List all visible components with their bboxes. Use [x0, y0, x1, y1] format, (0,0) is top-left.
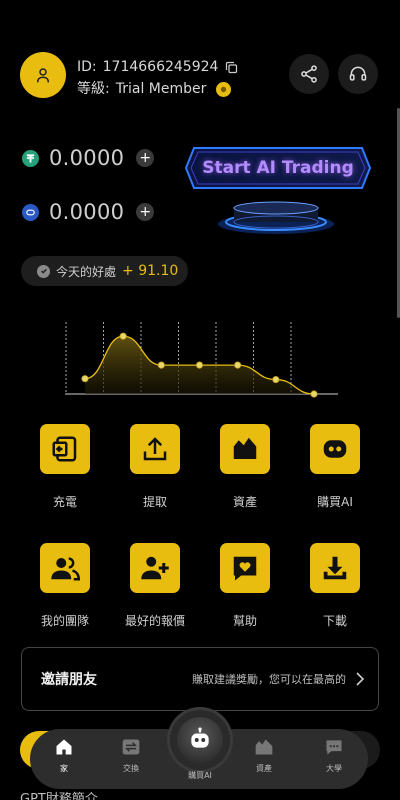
nav-buy-ai-button[interactable] — [170, 710, 230, 770]
withdraw-item[interactable]: 提取 — [110, 424, 200, 510]
buy-ai-tile[interactable] — [310, 424, 360, 474]
robot-icon — [191, 727, 209, 748]
nav-assets[interactable]: 資產 — [234, 737, 294, 774]
best-offer-tile[interactable] — [130, 543, 180, 593]
team-label: 我的團隊 — [40, 614, 89, 628]
help-label: 幫助 — [232, 614, 257, 628]
usdt-balance-row: 0.0000 + — [22, 146, 155, 170]
nav-university-label: 大學 — [326, 764, 342, 773]
nav-exchange-label: 交換 — [123, 764, 139, 773]
coin-balance-value: 0.0000 — [49, 200, 125, 224]
verified-check-icon — [37, 264, 50, 278]
buy-ai-item[interactable]: 購買AI — [290, 424, 380, 510]
coin-icon — [22, 203, 39, 221]
withdraw-tile[interactable] — [130, 424, 180, 474]
invite-friends-card[interactable]: 邀請朋友 賺取建議獎勵，您可以在最高的 — [21, 647, 379, 711]
level-value: Trial Member — [115, 81, 207, 97]
best-offer-label: 最好的報價 — [124, 614, 185, 628]
chart-point — [195, 361, 204, 369]
headset-icon — [349, 66, 367, 81]
assets-icon — [255, 739, 273, 755]
nav-home[interactable]: 家 — [34, 737, 94, 774]
gpt-finance-intro-heading: GPT財務簡介 — [20, 792, 98, 800]
start-ai-trading-button[interactable]: Start AI Trading — [184, 146, 372, 190]
avatar[interactable] — [20, 52, 66, 98]
hologram-platform-icon — [218, 201, 334, 234]
user-info: ID: 1714666245924 等級: Trial Member — [77, 56, 239, 100]
withdraw-label: 提取 — [142, 495, 167, 509]
team-tile[interactable] — [40, 543, 90, 593]
assets-label: 資產 — [232, 495, 257, 509]
chart-point — [234, 361, 242, 369]
chart-point — [310, 390, 318, 398]
nav-university[interactable]: 大學 — [304, 737, 364, 774]
invite-description: 賺取建議獎勵，您可以在最高的 — [192, 673, 346, 686]
chat-icon — [326, 740, 342, 755]
profit-chart — [65, 322, 338, 398]
home-icon — [56, 739, 72, 755]
exchange-icon — [122, 739, 140, 755]
level-label: 等級: — [77, 81, 110, 97]
level-badge-icon — [216, 81, 232, 97]
assets-icon — [233, 437, 257, 459]
download-tile[interactable] — [310, 543, 360, 593]
best-offer-item[interactable]: 最好的報價 — [110, 543, 200, 629]
robot-icon — [323, 440, 347, 458]
add-usdt-button[interactable]: + — [136, 149, 155, 167]
chart-point — [157, 361, 165, 369]
deposit-tile[interactable] — [40, 424, 90, 474]
chart-point — [81, 375, 89, 383]
help-tile[interactable] — [220, 543, 270, 593]
add-coin-button[interactable]: + — [136, 203, 155, 221]
withdraw-upload-icon — [143, 437, 167, 461]
nav-exchange[interactable]: 交換 — [101, 737, 161, 774]
id-value: 1714666245924 — [102, 59, 219, 75]
team-item[interactable]: 我的團隊 — [20, 543, 110, 629]
copy-icon[interactable] — [224, 60, 239, 75]
team-icon — [51, 557, 80, 581]
nav-assets-label: 資產 — [256, 764, 272, 773]
profile-header: ID: 1714666245924 等級: Trial Member — [20, 50, 380, 100]
help-heart-icon — [233, 556, 257, 581]
assets-tile[interactable] — [220, 424, 270, 474]
usdt-icon — [22, 149, 39, 167]
download-icon — [323, 556, 347, 580]
ai-trading-widget[interactable]: Start AI Trading — [184, 146, 374, 236]
today-profit-badge: 今天的好處 + 91.10 — [21, 256, 188, 286]
deposit-item[interactable]: 充電 — [20, 424, 110, 510]
assets-item[interactable]: 資產 — [200, 424, 290, 510]
deposit-label: 充電 — [52, 495, 77, 509]
chart-point — [272, 375, 280, 384]
buy-ai-label: 購買AI — [317, 495, 353, 509]
id-label: ID: — [77, 59, 97, 75]
invite-title: 邀請朋友 — [41, 672, 97, 688]
chart-point — [119, 332, 127, 340]
add-user-icon — [141, 556, 169, 580]
profit-label: 今天的好處 — [56, 264, 117, 279]
nav-buy-ai-label: 購買AI — [188, 771, 212, 780]
usdt-balance-value: 0.0000 — [49, 146, 125, 170]
download-label: 下載 — [322, 614, 347, 628]
help-item[interactable]: 幫助 — [200, 543, 290, 629]
profit-value: + 91.10 — [122, 263, 179, 279]
download-item[interactable]: 下載 — [290, 543, 380, 629]
user-icon — [37, 68, 49, 83]
support-button[interactable] — [338, 54, 378, 94]
share-icon — [301, 65, 317, 83]
share-button[interactable] — [289, 54, 329, 94]
deposit-wallet-icon — [52, 436, 77, 462]
nav-home-label: 家 — [60, 764, 68, 773]
chevron-right-icon — [356, 672, 365, 686]
coin-balance-row: 0.0000 + — [22, 200, 155, 224]
